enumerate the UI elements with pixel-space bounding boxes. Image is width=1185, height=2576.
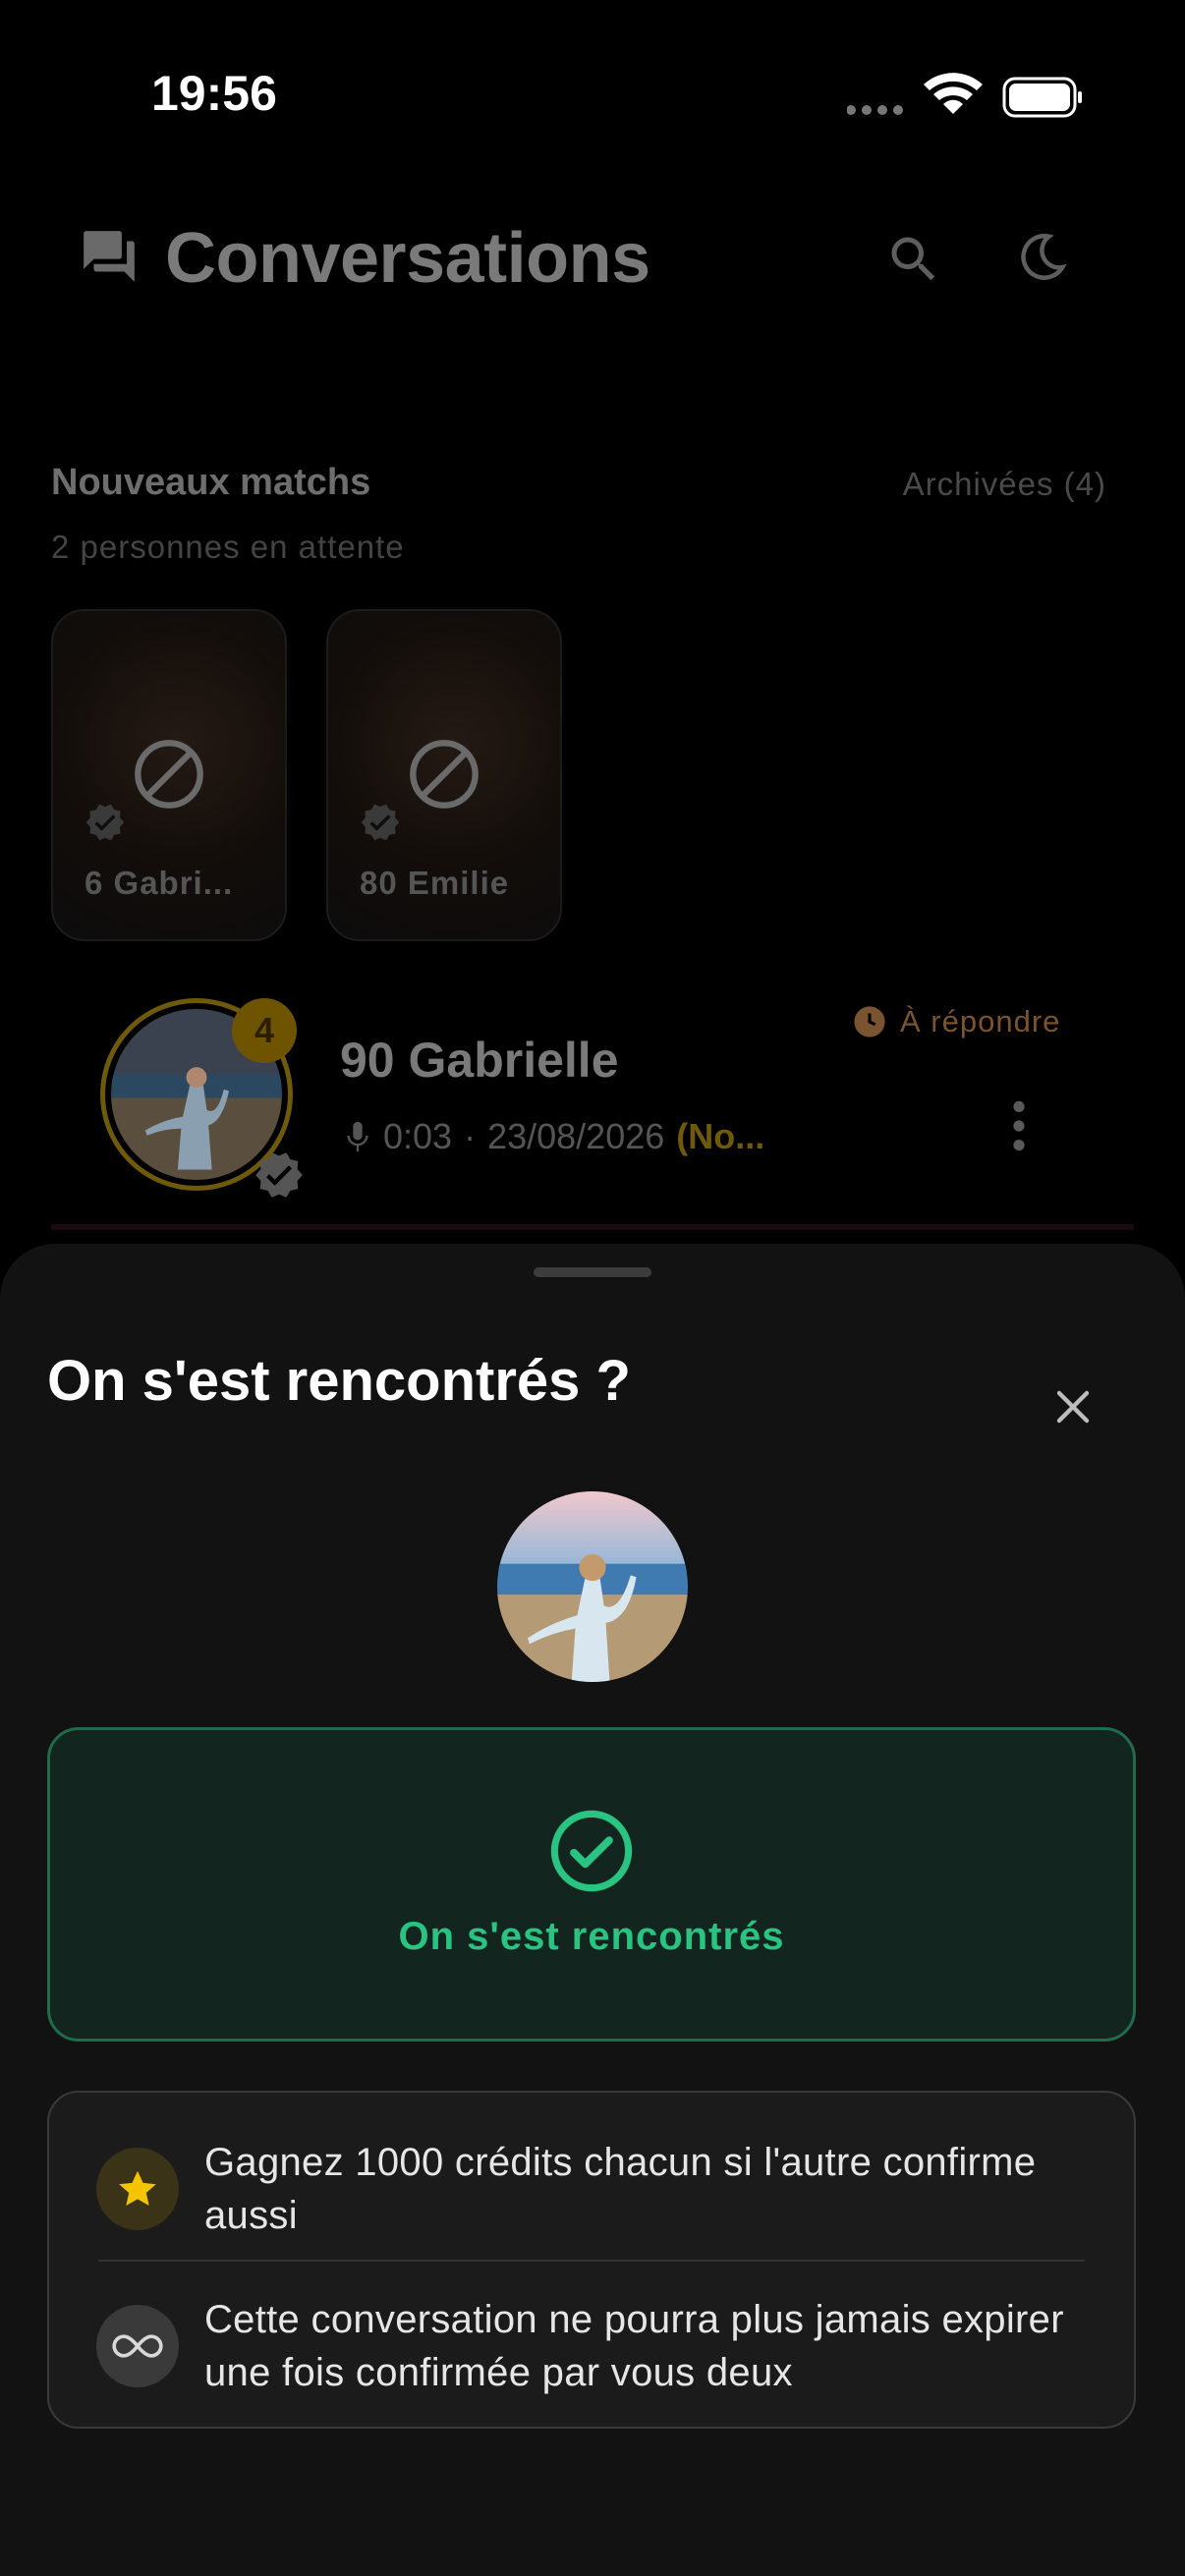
check-circle-icon <box>550 1810 633 1892</box>
meta-separator: · <box>464 1116 477 1156</box>
confirm-met-label: On s'est rencontrés <box>398 1915 785 1958</box>
info-row-expiry: Cette conversation ne pourra plus jamais… <box>96 2293 1087 2399</box>
message-tag: (No... <box>676 1116 765 1156</box>
battery-icon <box>1002 77 1082 118</box>
verified-icon <box>361 804 400 841</box>
divider <box>98 2260 1085 2262</box>
match-card[interactable]: 80 Emilie <box>326 609 562 941</box>
match-avatar <box>497 1491 688 1682</box>
more-options-icon[interactable] <box>1002 1098 1036 1153</box>
sheet-grabber[interactable] <box>534 1267 651 1277</box>
blocked-icon <box>410 740 479 809</box>
confirm-met-button[interactable]: On s'est rencontrés <box>47 1727 1136 2042</box>
conversation-name[interactable]: 90 Gabrielle <box>340 1032 619 1089</box>
star-icon <box>96 2148 179 2230</box>
wifi-icon <box>924 73 983 114</box>
archived-link[interactable]: Archivées (4) <box>903 466 1106 503</box>
close-icon[interactable] <box>1049 1383 1097 1430</box>
microphone-icon <box>347 1121 368 1152</box>
info-row-credits: Gagnez 1000 crédits chacun si l'autre co… <box>96 2136 1087 2242</box>
clock-icon <box>854 1006 885 1037</box>
moon-icon[interactable] <box>1012 228 1071 287</box>
info-text: Gagnez 1000 crédits chacun si l'autre co… <box>204 2141 1037 2237</box>
message-date: 23/08/2026 <box>487 1116 665 1156</box>
pending-status-label: À répondre <box>900 1004 1061 1038</box>
verified-icon <box>255 1152 303 1198</box>
last-message-preview: 0:03 · 23/08/2026 (No... <box>344 1116 764 1157</box>
match-name: 80 Emilie <box>360 865 510 901</box>
unread-count-badge: 4 <box>232 998 297 1063</box>
info-text: Cette conversation ne pourra plus jamais… <box>204 2298 1064 2394</box>
new-matches-subtitle: 2 personnes en attente <box>51 529 405 565</box>
avatar-photo <box>497 1491 688 1682</box>
page-title: Conversations <box>165 219 650 298</box>
infinity-icon <box>96 2305 179 2387</box>
divider <box>51 1224 1134 1230</box>
verified-icon <box>85 804 125 841</box>
status-icons <box>847 73 1082 118</box>
chat-icon <box>84 231 135 282</box>
voice-duration: 0:03 <box>383 1116 453 1156</box>
new-matches-title: Nouveaux matchs <box>51 462 371 503</box>
info-panel: Gagnez 1000 crédits chacun si l'autre co… <box>47 2091 1136 2429</box>
blocked-icon <box>135 740 203 809</box>
sheet-title: On s'est rencontrés ? <box>47 1349 631 1413</box>
status-time: 19:56 <box>151 66 277 121</box>
match-card[interactable]: 6 Gabri... <box>51 609 287 941</box>
pending-status: À répondre <box>853 1004 1060 1039</box>
match-name: 6 Gabri... <box>85 865 234 901</box>
search-icon[interactable] <box>884 230 943 289</box>
